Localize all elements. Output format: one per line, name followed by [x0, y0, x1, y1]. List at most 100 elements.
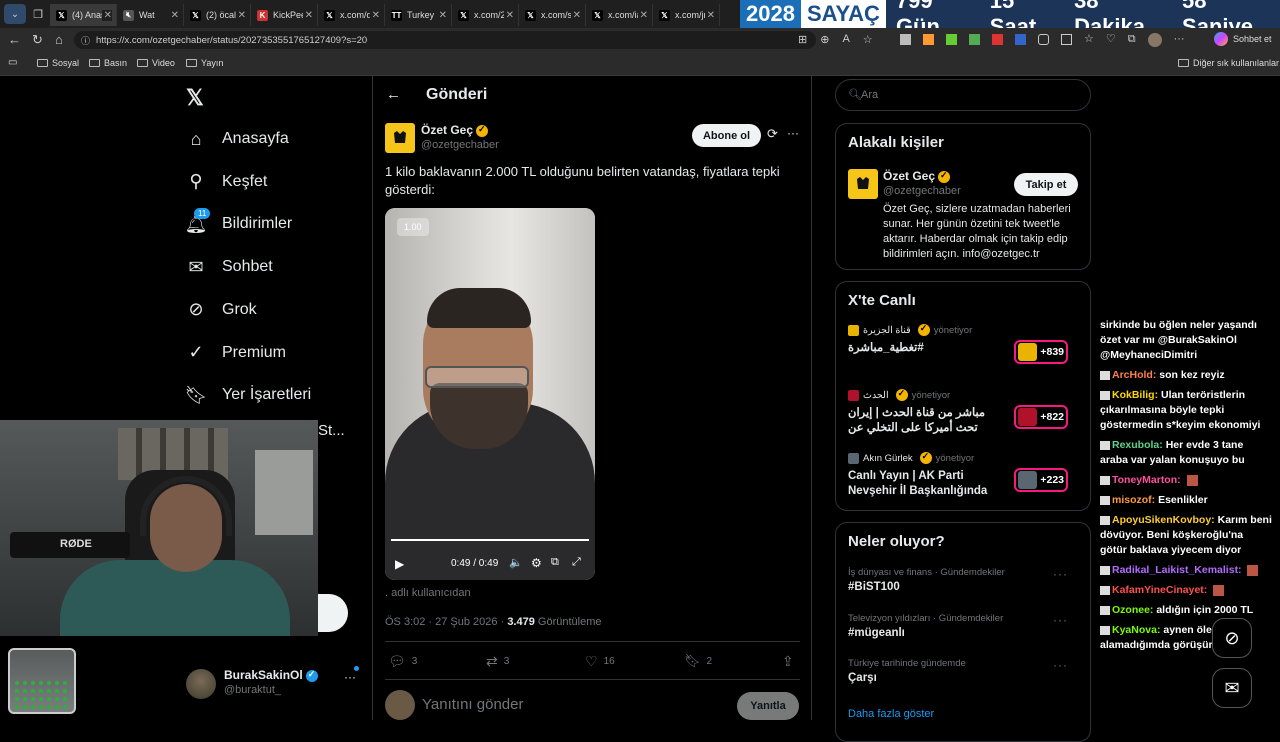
extension-icon-3[interactable]: [946, 34, 957, 45]
tab-actions-icon[interactable]: ❐: [26, 4, 50, 24]
browser-tab[interactable]: 𝕏x.com/di ✕: [318, 4, 385, 26]
trend-item[interactable]: İş dünyası ve finans · Gündemdekiler #BiS…: [848, 567, 1080, 607]
collections-icon[interactable]: ⧉: [1128, 34, 1136, 47]
extension-icon-6[interactable]: [1015, 34, 1026, 45]
subscribe-button[interactable]: Abone ol: [692, 124, 761, 147]
other-bookmarks[interactable]: Diğer sık kullanılanlar: [1178, 58, 1279, 68]
nav-item-6[interactable]: ✓ Premium: [186, 342, 286, 363]
tab-close-icon[interactable]: ✕: [503, 9, 514, 21]
play-icon[interactable]: ▶: [395, 557, 404, 571]
bookmark-action[interactable]: 🔖︎ 2: [684, 653, 712, 669]
x-logo-icon[interactable]: 𝕏: [186, 85, 204, 111]
live-join-button[interactable]: +839: [1014, 340, 1068, 364]
from-user-label[interactable]: . adlı kullanıcıdan: [385, 587, 471, 599]
zoom-icon[interactable]: ⊕: [820, 33, 829, 46]
bookmark-yayin[interactable]: Yayın: [186, 58, 223, 68]
tab-close-icon[interactable]: ✕: [570, 9, 581, 21]
browser-tab[interactable]: 𝕏x.com/ia ✕: [586, 4, 653, 26]
tab-close-icon[interactable]: ✕: [369, 9, 380, 21]
profile-avatar-icon[interactable]: [1147, 33, 1162, 47]
post-video[interactable]: 1.00 ▶ 0:49 / 0:49 🔈 ⚙ ⧉ ⤢: [385, 208, 595, 580]
url-field[interactable]: ⓘ https://x.com/ozetgechaber/status/2027…: [74, 31, 816, 49]
extension-icon-5[interactable]: [992, 34, 1003, 45]
sidebar-toggle-icon[interactable]: ▭: [8, 57, 17, 68]
header-back-icon[interactable]: ←: [386, 86, 401, 103]
browser-tab[interactable]: TT Turkey M ✕: [385, 4, 452, 26]
favorites-icon[interactable]: ☆: [1084, 34, 1094, 47]
extension-icon-4[interactable]: [969, 34, 980, 45]
related-name[interactable]: Özet Geç: [883, 169, 935, 183]
video-progress-track[interactable]: [391, 539, 589, 541]
trend-item[interactable]: Türkiye tarihinde gündemde Çarşı ···: [848, 658, 1080, 698]
extension-icon-1[interactable]: [900, 34, 911, 45]
account-more-icon[interactable]: ···: [344, 670, 356, 684]
browser-essentials-icon[interactable]: ♡: [1106, 34, 1116, 47]
browser-tab[interactable]: 🔇︎ Wat ✕: [117, 4, 184, 26]
browser-tab[interactable]: 𝕏x.com/jn ✕: [653, 4, 720, 26]
nav-item-5[interactable]: ⊘ Grok: [186, 299, 256, 320]
share-action[interactable]: ⇪: [782, 653, 794, 670]
live-item[interactable]: الحدث yönetiyor مباشر من قناة الحدث | إير…: [848, 388, 1080, 445]
fullscreen-icon[interactable]: ⤢: [572, 556, 581, 569]
tab-close-icon[interactable]: ✕: [637, 9, 648, 21]
browser-tab[interactable]: 𝕏x.com/2i ✕: [452, 4, 519, 26]
live-join-button[interactable]: +822: [1014, 405, 1068, 429]
read-aloud-icon[interactable]: A: [842, 33, 849, 46]
related-avatar[interactable]: [848, 169, 878, 199]
live-item[interactable]: Akın Gürlek yönetiyor Canlı Yayın | AK Pa…: [848, 451, 1080, 508]
tab-close-icon[interactable]: ✕: [704, 9, 715, 21]
nav-item-7[interactable]: 🔖︎ Yer İşaretleri: [185, 385, 312, 405]
show-more-link[interactable]: Daha fazla göster: [848, 708, 934, 720]
messages-float-button[interactable]: ✉: [1212, 668, 1252, 708]
nav-item-3[interactable]: 🔔︎ 11 Bildirimler: [185, 208, 292, 234]
live-join-button[interactable]: +223: [1014, 468, 1068, 492]
nav-item-4[interactable]: ✉ Sohbet: [186, 257, 272, 277]
nav-item-2[interactable]: ⚲ Keşfet: [186, 171, 267, 192]
back-icon[interactable]: ←: [8, 32, 21, 47]
extension-icon-2[interactable]: [923, 34, 934, 45]
site-info-icon[interactable]: ⓘ: [81, 34, 90, 47]
live-item[interactable]: قناة الجزيرة yönetiyor تغطية_مباشرة# +839: [848, 323, 1080, 380]
post-more-icon[interactable]: ···: [787, 126, 799, 140]
nav-item-1[interactable]: ⌂ Anasayfa: [186, 129, 289, 149]
browser-tab[interactable]: K KickPeek ✕: [251, 4, 318, 26]
trend-more-icon[interactable]: ···: [1053, 567, 1068, 581]
like-action[interactable]: ♡ 16: [585, 653, 615, 670]
bookmark-video[interactable]: Video: [137, 58, 175, 68]
author-avatar[interactable]: [385, 123, 415, 153]
extensions-puzzle-icon[interactable]: [1038, 34, 1049, 45]
tab-close-icon[interactable]: ✕: [302, 9, 313, 21]
post-timestamp[interactable]: ÖS 3:02 · 27 Şub 2026 ·: [385, 616, 507, 628]
reply-input[interactable]: Yanıtını gönder: [422, 696, 523, 713]
volume-icon[interactable]: 🔈: [509, 556, 523, 569]
follow-button[interactable]: Takip et: [1014, 173, 1078, 196]
split-screen-icon[interactable]: [1061, 34, 1072, 45]
tab-close-icon[interactable]: ✕: [168, 9, 179, 21]
reload-icon[interactable]: ↻: [32, 32, 43, 48]
browser-tab[interactable]: 𝕏 (2) öcala ✕: [184, 4, 251, 26]
author-name[interactable]: Özet Geç: [421, 123, 473, 137]
browser-tab[interactable]: 𝕏 (4) Anas ✕: [50, 4, 117, 26]
settings-gear-icon[interactable]: ⚙: [531, 556, 542, 570]
tab-close-icon[interactable]: ✕: [101, 9, 112, 21]
browser-tab[interactable]: 𝕏x.com/sl ✕: [519, 4, 586, 26]
video-speed-badge[interactable]: 1.00: [397, 218, 429, 236]
tab-close-icon[interactable]: ✕: [436, 9, 447, 21]
bookmark-sosyal[interactable]: Sosyal: [37, 58, 79, 68]
tab-list-button[interactable]: ⌄: [4, 4, 26, 24]
account-switcher[interactable]: BurakSakinOl @buraktut_ ···: [186, 666, 366, 706]
reply-action[interactable]: 💬︎ 3: [388, 653, 417, 670]
grok-explain-icon[interactable]: ⟳: [767, 126, 778, 142]
reply-button[interactable]: Yanıtla: [737, 692, 799, 720]
author-handle[interactable]: @ozetgechaber: [421, 139, 499, 151]
pip-icon[interactable]: ⧉: [551, 556, 559, 569]
bookmark-basin[interactable]: Basın: [89, 58, 127, 68]
search-box[interactable]: 🔍︎ Ara: [835, 79, 1091, 111]
favorite-star-icon[interactable]: ☆: [863, 33, 873, 46]
home-browser-icon[interactable]: ⌂: [55, 32, 63, 47]
apps-icon[interactable]: ⊞: [798, 33, 807, 46]
more-options-icon[interactable]: ···: [1174, 34, 1185, 47]
tab-close-icon[interactable]: ✕: [235, 9, 246, 21]
repost-action[interactable]: ⇄ 3: [486, 653, 509, 670]
trend-more-icon[interactable]: ···: [1053, 658, 1068, 672]
